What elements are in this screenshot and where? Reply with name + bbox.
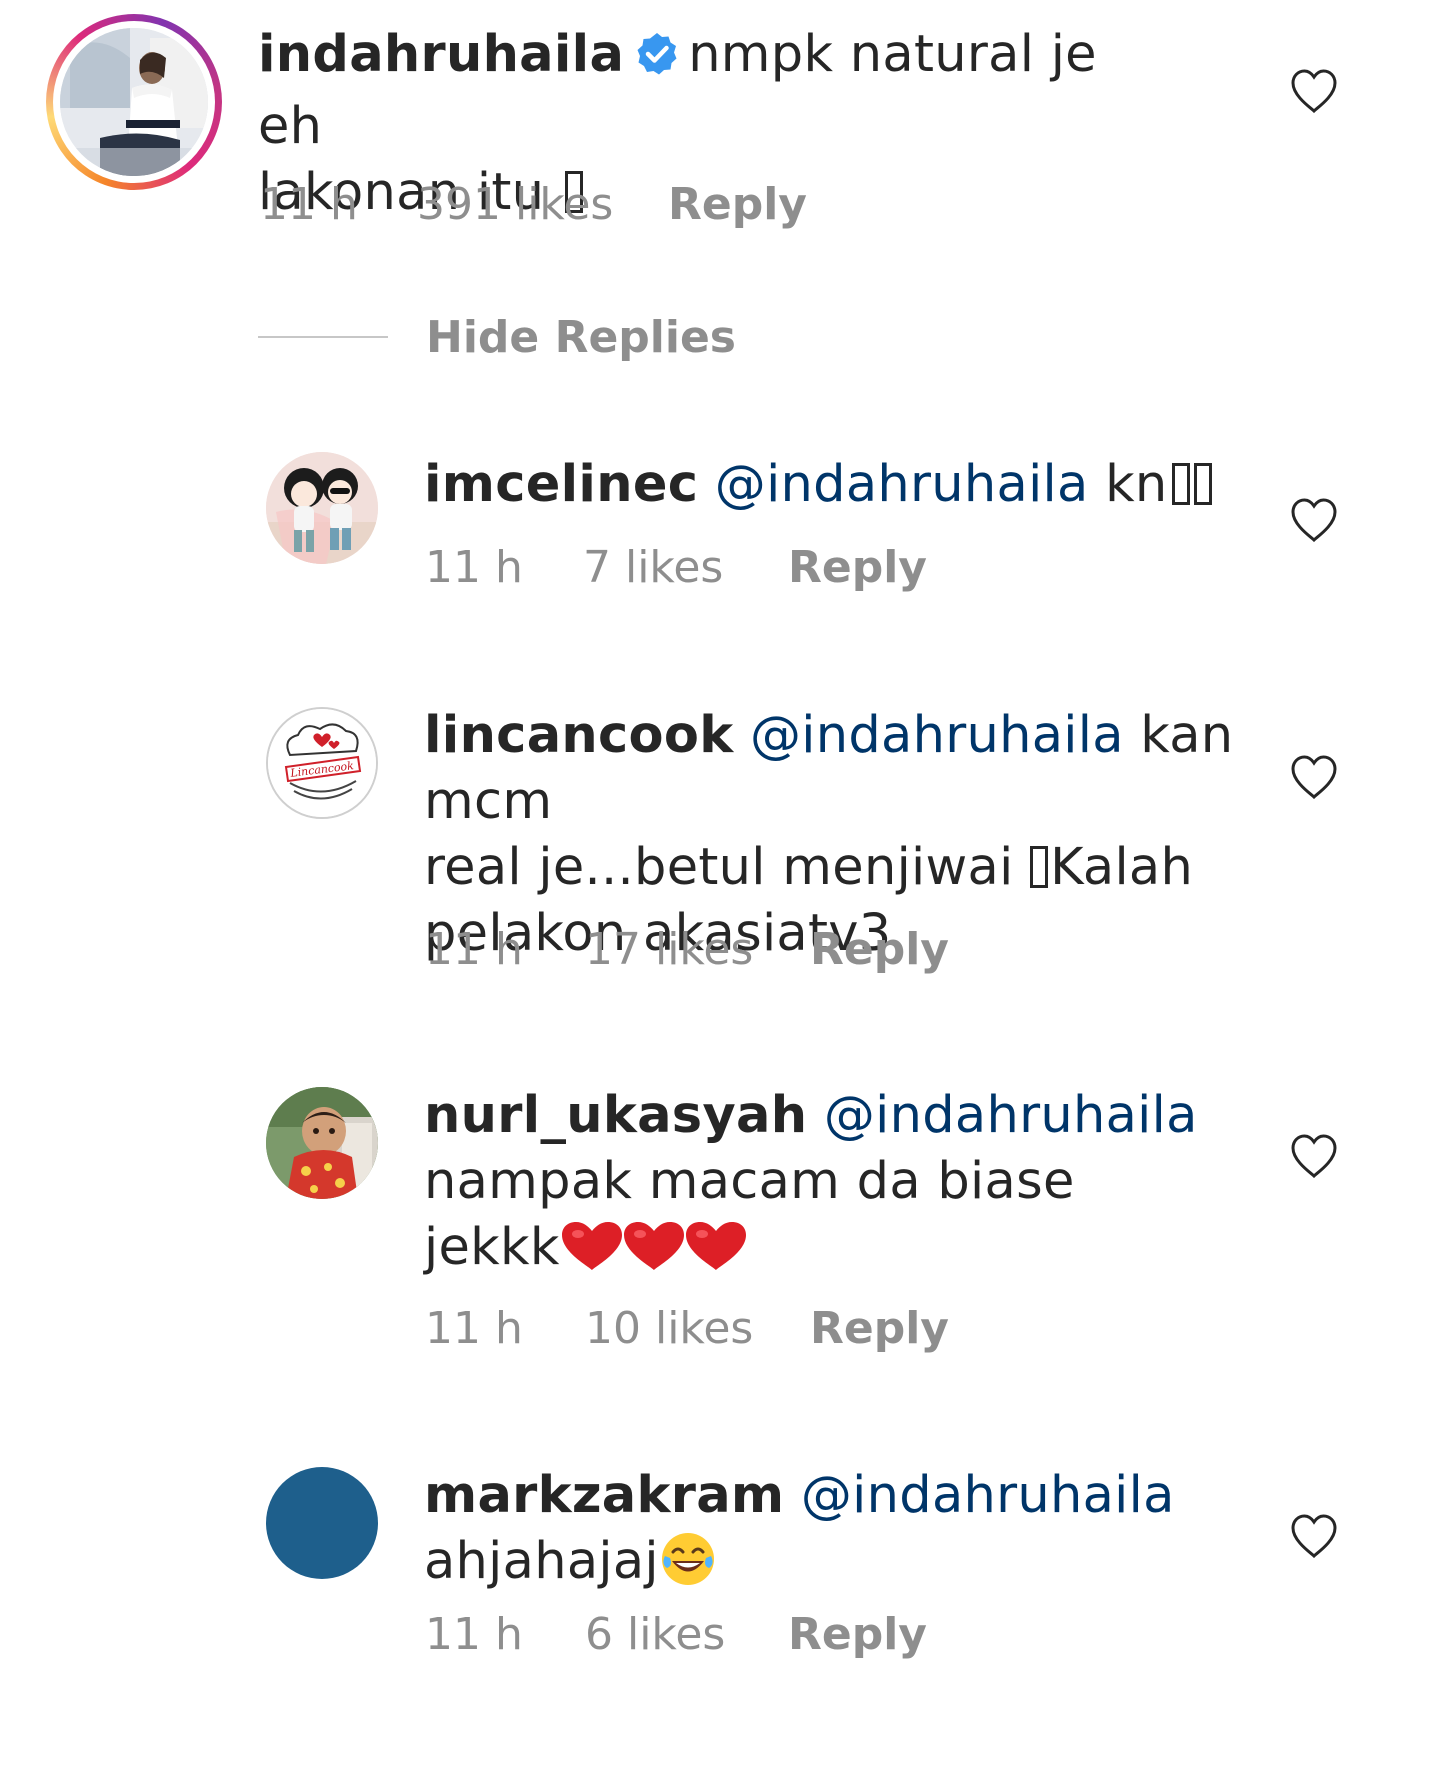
comment-text: imcelinec @indahruhaila kn — [424, 452, 1244, 518]
username[interactable]: nurl_ukasyah — [424, 1086, 807, 1145]
likes-count[interactable]: 10 likes — [585, 1304, 753, 1354]
reply-lincancook: Lincancook lincancook @indahruhaila kan … — [0, 695, 1439, 985]
heart-outline-icon[interactable] — [1289, 1133, 1339, 1179]
reply-button[interactable]: Reply — [810, 1304, 949, 1354]
reply-imcelinec: imcelinec @indahruhaila kn 11 h 7 likes … — [0, 440, 1439, 610]
timestamp: 11 h — [425, 924, 523, 975]
timestamp: 11 h — [425, 1303, 523, 1354]
avatar[interactable] — [266, 1087, 378, 1199]
username[interactable]: imcelinec — [424, 455, 698, 514]
username[interactable]: markzakram — [424, 1466, 784, 1525]
mention-link[interactable]: @indahruhaila — [801, 1466, 1175, 1525]
likes-count[interactable]: 7 likes — [583, 543, 723, 593]
heart-outline-icon[interactable] — [1289, 68, 1339, 114]
heart-outline-icon[interactable] — [1289, 497, 1339, 543]
comment-body-line2: real je...betul menjiwai — [424, 838, 1031, 897]
emoji-placeholder-icon — [1030, 846, 1049, 888]
comment-body: nampak macam da biase — [424, 1152, 1075, 1211]
avatar[interactable] — [266, 452, 378, 564]
avatar[interactable] — [266, 1467, 378, 1579]
timestamp: 11 h — [260, 179, 358, 230]
comment-meta: 11 h 7 likes Reply — [425, 543, 1025, 593]
likes-count[interactable]: 391 likes — [417, 180, 613, 230]
username[interactable]: lincancook — [424, 706, 733, 765]
comment-text: markzakram @indahruhaila ahjahajaj — [424, 1463, 1244, 1595]
likes-count[interactable]: 17 likes — [585, 925, 753, 975]
comment-meta: 11 h 391 likes Reply — [260, 180, 960, 230]
comment-indahruhaila: indahruhaila nmpk natural je eh lakonan i… — [0, 0, 1439, 250]
reply-button[interactable]: Reply — [668, 180, 807, 230]
emoji-placeholder-icon — [1171, 463, 1190, 505]
timestamp: 11 h — [425, 1609, 523, 1660]
comment-body: kn — [1105, 455, 1168, 514]
comment-body-line2-b: Kalah — [1050, 838, 1194, 897]
comment-text: nurl_ukasyah @indahruhaila nampak macam … — [424, 1083, 1244, 1281]
timestamp: 11 h — [425, 542, 523, 593]
story-ring[interactable] — [46, 14, 222, 190]
emoji-placeholder-icon — [1193, 463, 1212, 505]
reply-markzakram: markzakram @indahruhaila ahjahajaj 11 h … — [0, 1455, 1439, 1695]
hide-replies-label[interactable]: Hide Replies — [426, 312, 736, 363]
reply-button[interactable]: Reply — [810, 925, 949, 975]
reply-button[interactable]: Reply — [788, 1610, 927, 1660]
verified-badge-icon — [634, 28, 680, 94]
mention-link[interactable]: @indahruhaila — [715, 455, 1089, 514]
mention-link[interactable]: @indahruhaila — [824, 1086, 1198, 1145]
mention-link[interactable]: @indahruhaila — [750, 706, 1124, 765]
red-heart-emoji-icon — [685, 1222, 746, 1270]
comment-body: ahjahajaj — [424, 1532, 659, 1591]
comment-body-line2: jekkk — [424, 1218, 560, 1277]
heart-outline-icon[interactable] — [1289, 1513, 1339, 1559]
username[interactable]: indahruhaila — [258, 25, 624, 84]
tears-of-joy-emoji-icon — [661, 1533, 714, 1585]
avatar[interactable] — [60, 28, 208, 176]
comment-meta: 11 h 10 likes Reply — [425, 1304, 1025, 1354]
reply-nurl-ukasyah: nurl_ukasyah @indahruhaila nampak macam … — [0, 1075, 1439, 1365]
heart-outline-icon[interactable] — [1289, 754, 1339, 800]
likes-count[interactable]: 6 likes — [585, 1610, 725, 1660]
comment-meta: 11 h 17 likes Reply — [425, 925, 1025, 975]
red-heart-emoji-icon — [561, 1222, 622, 1270]
red-heart-emoji-icon — [623, 1222, 684, 1270]
reply-button[interactable]: Reply — [788, 543, 927, 593]
avatar[interactable]: Lincancook — [266, 707, 378, 819]
comment-meta: 11 h 6 likes Reply — [425, 1610, 1025, 1660]
divider-line — [258, 336, 388, 338]
